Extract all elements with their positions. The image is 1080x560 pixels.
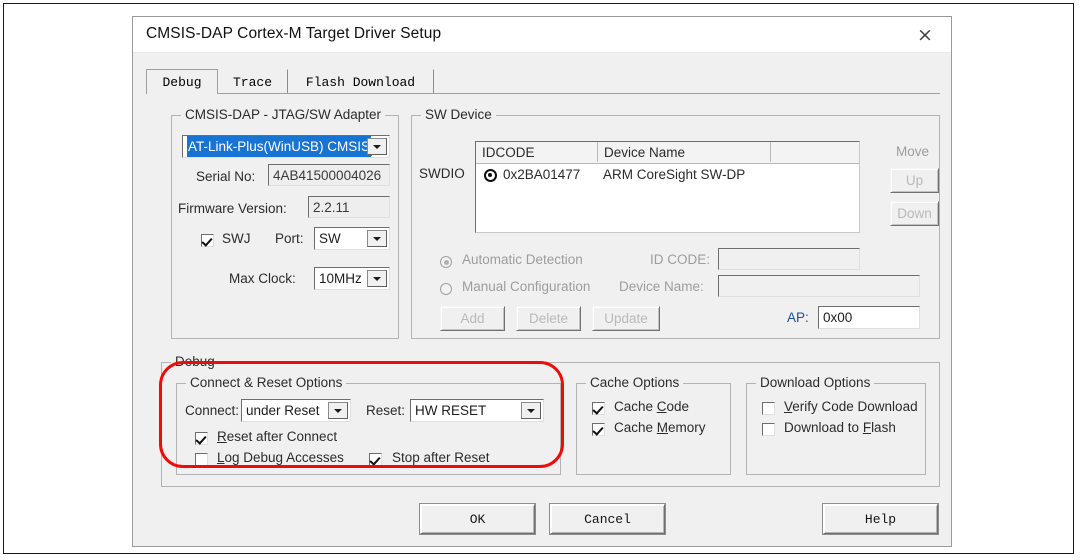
column-idcode: IDCODE bbox=[476, 142, 598, 162]
adapter-select-value: AT-Link-Plus(WinUSB) CMSIS bbox=[187, 136, 372, 157]
cache-code-label: Cache Code bbox=[614, 399, 689, 414]
reset-after-connect-label: Reset after Connect bbox=[217, 429, 338, 444]
adapter-group-legend: CMSIS-DAP - JTAG/SW Adapter bbox=[181, 107, 386, 122]
manual-configuration-label: Manual Configuration bbox=[462, 279, 591, 294]
log-debug-accesses-label: Log Debug Accesses bbox=[217, 450, 344, 465]
download-to-flash-checkbox[interactable] bbox=[762, 423, 775, 436]
swj-checkbox[interactable] bbox=[201, 234, 214, 247]
sw-device-group-legend: SW Device bbox=[421, 107, 496, 122]
tab-flash-download[interactable]: Flash Download bbox=[288, 69, 434, 94]
help-button[interactable]: Help bbox=[823, 504, 938, 534]
id-code-field bbox=[718, 248, 860, 270]
chevron-down-icon[interactable] bbox=[328, 402, 348, 419]
tab-debug[interactable]: Debug bbox=[146, 69, 218, 94]
cache-code-text: Cache Code bbox=[614, 399, 690, 414]
download-options-group: Download Options Verify Code Download Do… bbox=[746, 375, 926, 475]
debug-group: Debug Connect & Reset Options Connect: u… bbox=[161, 354, 940, 487]
move-down-button[interactable]: Down bbox=[890, 201, 939, 226]
close-icon[interactable]: × bbox=[905, 21, 945, 49]
swdio-label: SWDIO bbox=[419, 166, 465, 181]
adapter-group: CMSIS-DAP - JTAG/SW Adapter AT-Link-Plus… bbox=[171, 107, 399, 339]
max-clock-select-value: 10MHz bbox=[319, 271, 362, 286]
stop-after-reset-label: Stop after Reset bbox=[392, 450, 490, 465]
port-select-value: SW bbox=[319, 231, 341, 246]
log-debug-accesses-checkbox[interactable] bbox=[195, 453, 208, 466]
cache-memory-text: Cache Memory bbox=[614, 420, 706, 435]
chevron-down-icon[interactable] bbox=[521, 402, 541, 419]
debug-group-legend: Debug bbox=[171, 354, 219, 369]
cache-memory-checkbox[interactable] bbox=[592, 423, 605, 436]
firmware-version-field: 2.2.11 bbox=[308, 196, 390, 218]
device-name-label: Device Name: bbox=[619, 279, 704, 294]
connect-reset-options-legend: Connect & Reset Options bbox=[186, 375, 347, 390]
automatic-detection-radio[interactable] bbox=[440, 256, 452, 268]
ap-label: AP: bbox=[787, 310, 809, 325]
connect-label: Connect: bbox=[185, 403, 240, 418]
cache-options-group: Cache Options Cache Code Cache Memory bbox=[576, 375, 731, 475]
target-driver-setup-dialog: CMSIS-DAP Cortex-M Target Driver Setup ×… bbox=[132, 16, 952, 547]
reset-select[interactable]: HW RESET bbox=[410, 399, 544, 422]
reset-select-value: HW RESET bbox=[415, 403, 487, 418]
verify-code-download-checkbox[interactable] bbox=[762, 402, 775, 415]
cancel-button[interactable]: Cancel bbox=[550, 504, 665, 534]
download-to-flash-label: Download to Flash bbox=[784, 420, 896, 435]
cache-memory-label: Cache Memory bbox=[614, 420, 706, 435]
sw-device-group: SW Device SWDIO IDCODE Device Name 0x2BA… bbox=[411, 107, 940, 339]
chevron-down-icon[interactable] bbox=[367, 230, 387, 247]
cache-options-legend: Cache Options bbox=[586, 375, 684, 390]
cell-idcode: 0x2BA01477 bbox=[503, 167, 581, 182]
dialog-titlebar: CMSIS-DAP Cortex-M Target Driver Setup × bbox=[133, 17, 951, 53]
ok-button[interactable]: OK bbox=[420, 504, 535, 534]
reset-after-connect-checkbox[interactable] bbox=[195, 432, 208, 445]
serial-no-field: 4AB41500004026 bbox=[268, 164, 390, 186]
connect-select[interactable]: under Reset bbox=[241, 399, 351, 422]
swj-label: SWJ bbox=[222, 231, 251, 246]
move-up-button[interactable]: Up bbox=[890, 168, 939, 193]
cell-device-name: ARM CoreSight SW-DP bbox=[603, 167, 746, 182]
max-clock-label: Max Clock: bbox=[229, 271, 296, 286]
verify-code-download-text: erify Code Download bbox=[792, 399, 918, 414]
connect-select-value: under Reset bbox=[246, 403, 320, 418]
port-label: Port: bbox=[275, 231, 304, 246]
automatic-detection-label: Automatic Detection bbox=[462, 252, 583, 267]
tab-trace[interactable]: Trace bbox=[218, 69, 288, 94]
device-name-field bbox=[718, 275, 920, 297]
column-device-name: Device Name bbox=[598, 142, 771, 162]
cache-code-checkbox[interactable] bbox=[592, 402, 605, 415]
ap-field[interactable]: 0x00 bbox=[818, 306, 920, 329]
serial-no-label: Serial No: bbox=[196, 169, 256, 184]
device-table-header: IDCODE Device Name bbox=[476, 142, 859, 164]
dialog-title: CMSIS-DAP Cortex-M Target Driver Setup bbox=[146, 25, 442, 42]
max-clock-select[interactable]: 10MHz bbox=[314, 267, 390, 290]
add-button[interactable]: Add bbox=[440, 306, 505, 331]
stop-after-reset-checkbox[interactable] bbox=[369, 453, 382, 466]
device-table[interactable]: IDCODE Device Name 0x2BA01477 ARM CoreSi… bbox=[475, 141, 860, 233]
verify-code-download-label: Verify Code Download bbox=[784, 399, 918, 414]
reset-label: Reset: bbox=[366, 403, 406, 418]
move-label: Move bbox=[896, 144, 930, 159]
id-code-label: ID CODE: bbox=[650, 252, 711, 267]
update-button[interactable]: Update bbox=[592, 306, 660, 331]
delete-button[interactable]: Delete bbox=[516, 306, 581, 331]
tab-strip: Debug Trace Flash Download bbox=[146, 69, 940, 94]
reset-after-connect-text: eset after Connect bbox=[226, 429, 338, 444]
log-debug-accesses-text: og Debug Accesses bbox=[224, 450, 344, 465]
device-row-radio[interactable] bbox=[484, 169, 497, 182]
page-frame: CMSIS-DAP Cortex-M Target Driver Setup ×… bbox=[3, 3, 1074, 554]
firmware-version-label: Firmware Version: bbox=[178, 201, 287, 216]
adapter-select[interactable]: AT-Link-Plus(WinUSB) CMSIS bbox=[182, 135, 390, 158]
chevron-down-icon[interactable] bbox=[367, 270, 387, 287]
port-select[interactable]: SW bbox=[314, 227, 390, 250]
manual-configuration-radio[interactable] bbox=[440, 283, 452, 295]
download-options-legend: Download Options bbox=[756, 375, 875, 390]
column-extra bbox=[771, 142, 859, 162]
connect-reset-options-group: Connect & Reset Options Connect: under R… bbox=[176, 375, 561, 475]
chevron-down-icon[interactable] bbox=[367, 138, 387, 155]
